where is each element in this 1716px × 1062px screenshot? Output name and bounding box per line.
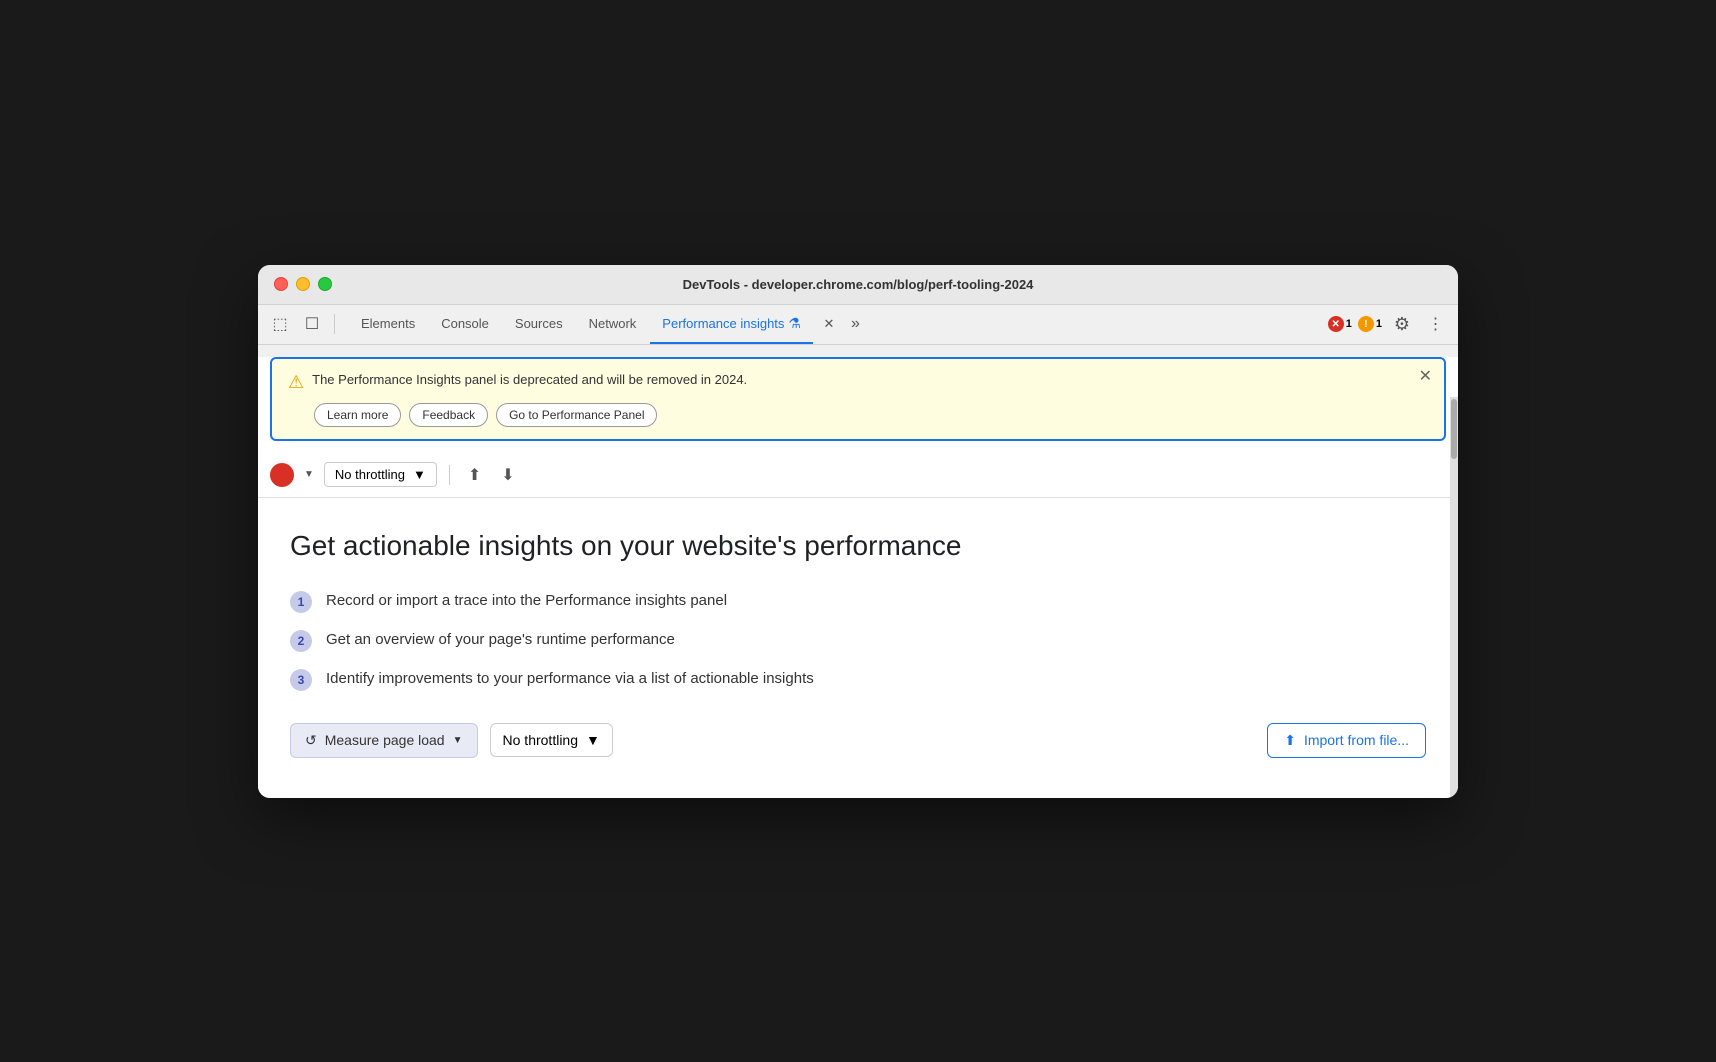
- tab-network[interactable]: Network: [577, 304, 649, 344]
- record-dropdown-icon[interactable]: ▼: [302, 467, 316, 482]
- scrollbar-thumb[interactable]: [1451, 399, 1457, 459]
- tab-performance-insights[interactable]: Performance insights ⚗: [650, 304, 813, 344]
- measure-chevron-icon: ▼: [453, 735, 463, 746]
- banner-close-button[interactable]: ✕: [1419, 369, 1432, 385]
- step-number-1: 1: [290, 591, 312, 613]
- warning-triangle-icon: ⚠: [288, 372, 304, 393]
- step-text-1: Record or import a trace into the Perfor…: [326, 590, 727, 613]
- step-text-3: Identify improvements to your performanc…: [326, 668, 814, 691]
- main-heading: Get actionable insights on your website'…: [290, 530, 1426, 562]
- learn-more-button[interactable]: Learn more: [314, 403, 401, 427]
- throttle-chevron-icon: ▼: [413, 467, 426, 482]
- step-text-2: Get an overview of your page's runtime p…: [326, 629, 675, 652]
- traffic-lights: [274, 277, 332, 291]
- more-options-icon[interactable]: ⋮: [1422, 310, 1450, 338]
- throttle-bottom-chevron-icon: ▼: [586, 732, 600, 748]
- step-number-3: 3: [290, 669, 312, 691]
- toolbar-right: ✕ 1 ! 1 ⚙ ⋮: [1328, 310, 1450, 338]
- inspect-icon[interactable]: ⬚: [266, 310, 294, 338]
- toolbar-icons: ⬚ ☐: [266, 310, 339, 338]
- step-item-2: 2 Get an overview of your page's runtime…: [290, 629, 1426, 652]
- step-number-2: 2: [290, 630, 312, 652]
- tab-sources[interactable]: Sources: [503, 304, 575, 344]
- throttle-dropdown-bottom[interactable]: No throttling ▼: [490, 723, 613, 757]
- device-icon[interactable]: ☐: [298, 310, 326, 338]
- scrollbar[interactable]: [1450, 397, 1458, 798]
- go-to-panel-button[interactable]: Go to Performance Panel: [496, 403, 657, 427]
- settings-icon[interactable]: ⚙: [1388, 310, 1416, 338]
- maximize-button[interactable]: [318, 277, 332, 291]
- main-content: Get actionable insights on your website'…: [258, 498, 1458, 798]
- minimize-button[interactable]: [296, 277, 310, 291]
- titlebar: DevTools - developer.chrome.com/blog/per…: [258, 265, 1458, 305]
- upload-icon[interactable]: ⬆: [462, 461, 487, 489]
- download-icon[interactable]: ⬇: [495, 461, 520, 489]
- import-from-file-button[interactable]: ⬆ Import from file...: [1267, 723, 1426, 758]
- close-button[interactable]: [274, 277, 288, 291]
- warning-icon: !: [1358, 316, 1374, 332]
- steps-list: 1 Record or import a trace into the Perf…: [290, 590, 1426, 691]
- tab-console[interactable]: Console: [429, 304, 501, 344]
- tab-elements[interactable]: Elements: [349, 304, 427, 344]
- bottom-controls: ↺ Measure page load ▼ No throttling ▼ ⬆ …: [290, 723, 1426, 758]
- controls-separator: [449, 465, 450, 485]
- devtools-content: ⚠ The Performance Insights panel is depr…: [258, 357, 1458, 798]
- banner-content: ⚠ The Performance Insights panel is depr…: [288, 371, 1428, 393]
- controls-bar: ▼ No throttling ▼ ⬆ ⬇: [258, 453, 1458, 498]
- devtools-window: DevTools - developer.chrome.com/blog/per…: [258, 265, 1458, 798]
- deprecation-banner: ⚠ The Performance Insights panel is depr…: [270, 357, 1446, 441]
- warning-badge: ! 1: [1358, 316, 1382, 332]
- devtools-body: ⚠ The Performance Insights panel is depr…: [258, 357, 1458, 798]
- tab-bar: ⬚ ☐ Elements Console Sources Network Per…: [258, 305, 1458, 345]
- error-badge: ✕ 1: [1328, 316, 1352, 332]
- separator: [334, 314, 335, 334]
- step-item-1: 1 Record or import a trace into the Perf…: [290, 590, 1426, 613]
- feedback-button[interactable]: Feedback: [409, 403, 488, 427]
- more-tabs-icon[interactable]: »: [845, 311, 866, 337]
- close-tab-icon[interactable]: ✕: [815, 310, 843, 338]
- step-item-3: 3 Identify improvements to your performa…: [290, 668, 1426, 691]
- refresh-icon: ↺: [305, 732, 317, 749]
- flask-icon: ⚗: [788, 315, 801, 332]
- record-button[interactable]: [270, 463, 294, 487]
- error-icon: ✕: [1328, 316, 1344, 332]
- deprecation-message: The Performance Insights panel is deprec…: [312, 371, 747, 389]
- window-title: DevTools - developer.chrome.com/blog/per…: [683, 277, 1034, 292]
- throttle-dropdown[interactable]: No throttling ▼: [324, 462, 437, 487]
- measure-page-load-button[interactable]: ↺ Measure page load ▼: [290, 723, 478, 758]
- banner-actions: Learn more Feedback Go to Performance Pa…: [314, 403, 1428, 427]
- upload-arrow-icon: ⬆: [1284, 732, 1296, 749]
